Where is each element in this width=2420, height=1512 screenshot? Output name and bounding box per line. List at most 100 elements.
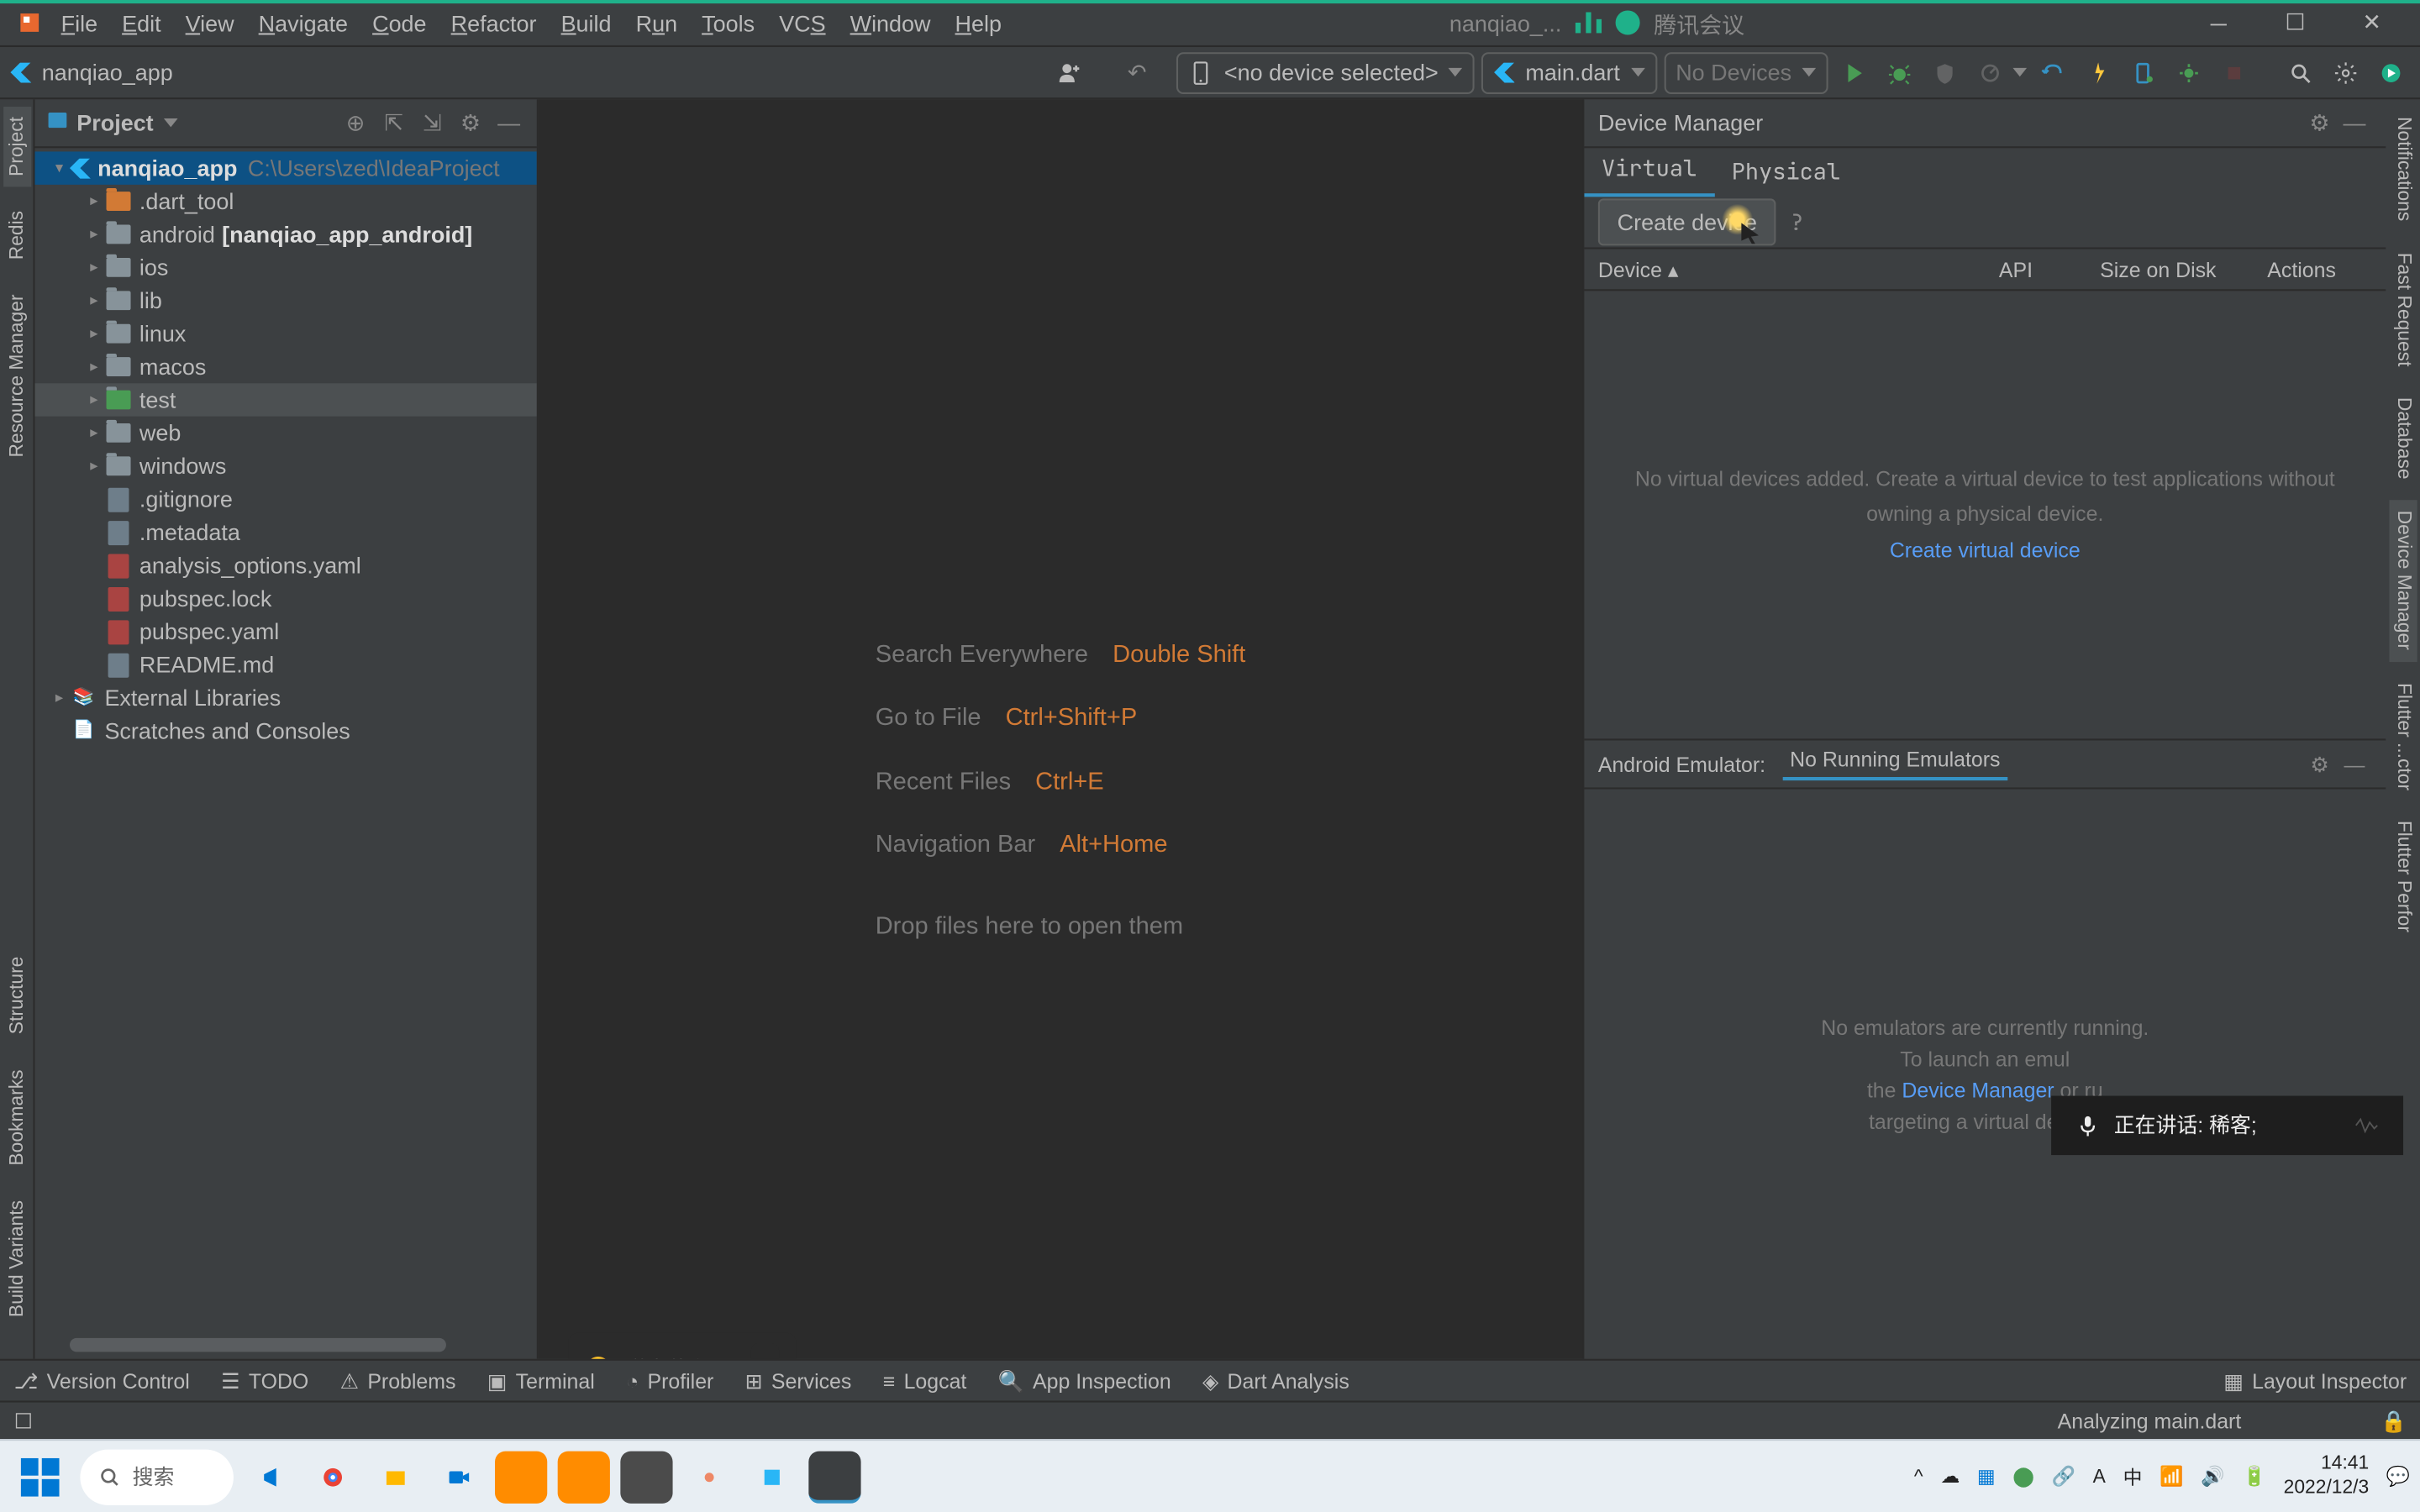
tree-item[interactable]: pubspec.lock — [34, 582, 536, 615]
tree-item[interactable]: ▸ web — [34, 417, 536, 449]
device-manager-link[interactable]: Device Manager — [1902, 1078, 2054, 1102]
tab-logcat[interactable]: ≡Logcat — [883, 1368, 967, 1393]
breadcrumb-project[interactable]: nanqiao_app — [42, 60, 173, 86]
tray-icon[interactable]: ⬤ — [2012, 1465, 2034, 1488]
tray-notifications-icon[interactable]: 💬 — [2386, 1465, 2410, 1488]
gear-icon[interactable]: ⚙ — [2302, 105, 2337, 139]
menu-vcs[interactable]: VCS — [767, 3, 838, 43]
tab-physical[interactable]: Physical — [1714, 146, 1858, 197]
right-tab-notifications[interactable]: Notifications — [2389, 107, 2417, 232]
taskbar-search[interactable]: 搜索 — [80, 1449, 234, 1504]
tab-terminal[interactable]: ▣Terminal — [487, 1368, 595, 1393]
run-anything-button[interactable] — [2372, 53, 2411, 92]
taskbar-app-sublime[interactable] — [620, 1451, 672, 1503]
attach-debug-button[interactable] — [2033, 53, 2072, 92]
create-virtual-device-link[interactable]: Create virtual device — [1890, 533, 2081, 568]
taskbar-app-chrome[interactable] — [307, 1451, 359, 1503]
right-tab-database[interactable]: Database — [2389, 387, 2417, 491]
view-selector-chevron[interactable] — [164, 118, 178, 127]
run-config-selector[interactable]: main.dart — [1482, 51, 1657, 93]
minimize-button[interactable]: ─ — [2181, 0, 2257, 46]
tray-icon[interactable]: A — [2093, 1466, 2106, 1487]
tab-profiler[interactable]: ◔Profiler — [626, 1368, 713, 1393]
project-tree[interactable]: ▾ nanqiao_app C:\Users\zed\IdeaProject ▸… — [34, 148, 536, 1334]
tree-item[interactable]: .gitignore — [34, 482, 536, 515]
tab-dart-analysis[interactable]: ◈Dart Analysis — [1202, 1368, 1349, 1393]
devices-selector[interactable]: No Devices — [1664, 51, 1828, 93]
menu-code[interactable]: Code — [360, 3, 439, 43]
tree-item[interactable]: ▸ .dart_tool — [34, 185, 536, 218]
tab-virtual[interactable]: Virtual — [1584, 143, 1714, 197]
tree-root[interactable]: ▾ nanqiao_app C:\Users\zed\IdeaProject — [34, 151, 536, 184]
settings-button[interactable] — [2327, 53, 2365, 92]
left-tab-bookmarks[interactable]: Bookmarks — [3, 1059, 30, 1176]
hide-icon[interactable]: — — [2337, 747, 2371, 781]
help-button[interactable]: ? — [1790, 207, 1803, 237]
tree-item[interactable]: ▸ macos — [34, 350, 536, 383]
right-tab-device-manager[interactable]: Device Manager — [2389, 501, 2417, 661]
col-actions[interactable]: Actions — [2267, 257, 2336, 281]
taskbar-app[interactable] — [558, 1451, 610, 1503]
taskbar-app-explorer[interactable] — [370, 1451, 422, 1503]
tab-todo[interactable]: ☰TODO — [221, 1368, 308, 1393]
gear-icon[interactable]: ⚙ — [453, 105, 487, 139]
status-menu-button[interactable]: ☐ — [14, 1409, 33, 1433]
menu-build[interactable]: Build — [549, 3, 623, 43]
col-size[interactable]: Size on Disk — [2100, 257, 2267, 281]
right-tab-flutter-inspector[interactable]: Flutter ...ctor — [2389, 672, 2417, 801]
add-user-button[interactable] — [1052, 53, 1091, 92]
start-button[interactable] — [10, 1446, 70, 1506]
menu-tools[interactable]: Tools — [690, 3, 767, 43]
close-button[interactable]: ✕ — [2333, 0, 2410, 46]
tree-item[interactable]: pubspec.yaml — [34, 615, 536, 648]
debug-button[interactable] — [1881, 53, 1919, 92]
menu-edit[interactable]: Edit — [110, 3, 174, 43]
menu-window[interactable]: Window — [838, 3, 943, 43]
tree-scratches[interactable]: 📄 Scratches and Consoles — [34, 714, 536, 747]
hide-icon[interactable]: — — [2337, 105, 2371, 139]
tray-wifi-icon[interactable]: 📶 — [2160, 1465, 2183, 1488]
tray-icon[interactable]: ☁ — [1940, 1465, 1960, 1488]
taskbar-app-meeting[interactable] — [432, 1451, 484, 1503]
collapse-icon[interactable]: ⇲ — [415, 105, 450, 139]
tree-item[interactable]: ▸ ios — [34, 251, 536, 284]
taskbar-app-vscode[interactable] — [244, 1451, 296, 1503]
tab-problems[interactable]: ⚠Problems — [340, 1368, 456, 1393]
chat-bubble[interactable]: 😃 说点什么… ‹ — [568, 1333, 797, 1359]
device-selector[interactable]: <no device selected> — [1177, 51, 1475, 93]
hot-reload-button[interactable] — [2079, 53, 2118, 92]
maximize-button[interactable]: ☐ — [2257, 0, 2333, 46]
left-tab-resource-manager[interactable]: Resource Manager — [3, 285, 30, 469]
tab-app-inspection[interactable]: 🔍App Inspection — [998, 1368, 1171, 1393]
tree-item[interactable]: ▸ lib — [34, 284, 536, 317]
tree-item[interactable]: ▸ windows — [34, 449, 536, 482]
menu-view[interactable]: View — [173, 3, 246, 43]
expand-icon[interactable]: ⇱ — [376, 105, 411, 139]
tray-icon[interactable]: ▦ — [1977, 1465, 1996, 1488]
tray-icon[interactable]: 中 — [2123, 1462, 2143, 1490]
left-tab-project[interactable]: Project — [3, 107, 30, 187]
tab-layout-inspector[interactable]: ▦Layout Inspector — [2223, 1368, 2407, 1393]
menu-file[interactable]: File — [49, 3, 110, 43]
search-button[interactable] — [2281, 53, 2320, 92]
tab-services[interactable]: ⊞Services — [745, 1368, 852, 1393]
taskbar-app[interactable] — [495, 1451, 547, 1503]
tab-version-control[interactable]: ⎇Version Control — [14, 1368, 190, 1393]
menu-refactor[interactable]: Refactor — [439, 3, 549, 43]
tray-volume-icon[interactable]: 🔊 — [2201, 1465, 2224, 1488]
back-button[interactable]: ↶ — [1118, 53, 1156, 92]
taskbar-app[interactable] — [746, 1451, 798, 1503]
left-tab-build-variants[interactable]: Build Variants — [3, 1189, 30, 1327]
attach-button[interactable] — [2124, 53, 2163, 92]
tray-chevron[interactable]: ^ — [1914, 1466, 1923, 1487]
scrollbar-thumb[interactable] — [70, 1338, 446, 1352]
col-device[interactable]: Device ▴ — [1598, 257, 1999, 281]
tray-battery-icon[interactable]: 🔋 — [2243, 1465, 2266, 1488]
tray-icon[interactable]: 🔗 — [2052, 1465, 2075, 1488]
menu-navigate[interactable]: Navigate — [246, 3, 360, 43]
target-icon[interactable]: ⊕ — [338, 105, 372, 139]
left-tab-structure[interactable]: Structure — [3, 947, 30, 1045]
tree-item[interactable]: analysis_options.yaml — [34, 549, 536, 581]
tree-item[interactable]: README.md — [34, 648, 536, 681]
status-lock-icon[interactable]: 🔒 — [2381, 1409, 2407, 1433]
